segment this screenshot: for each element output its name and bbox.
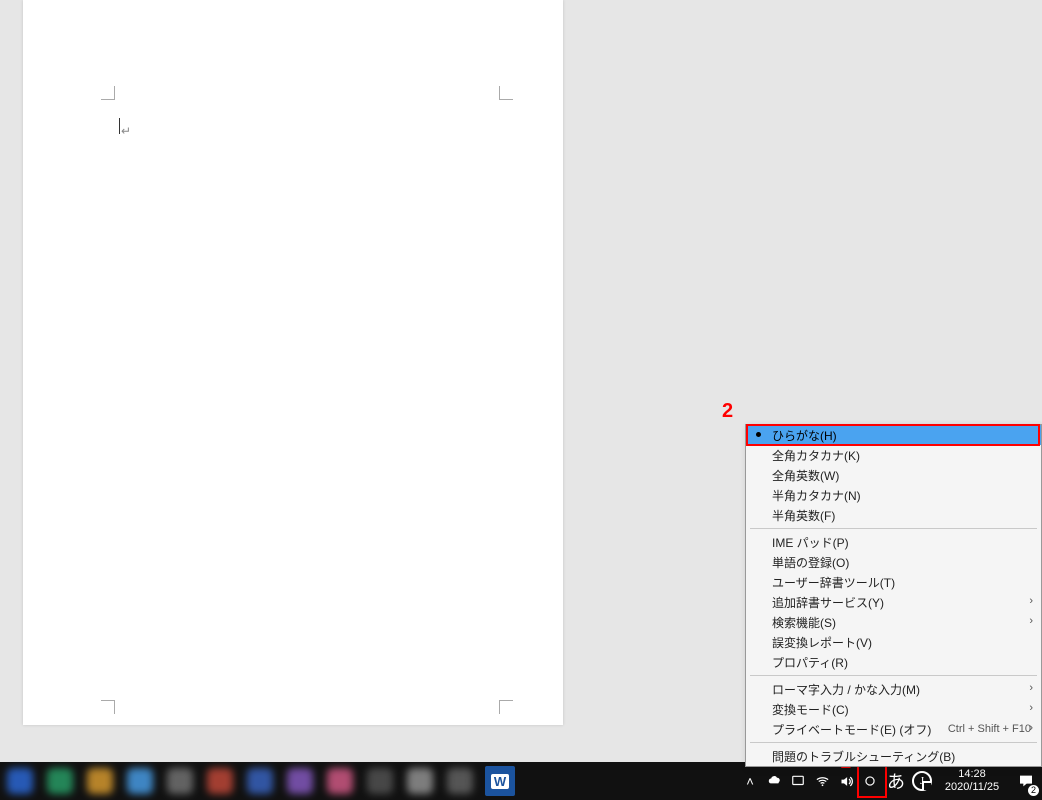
taskbar-left: W bbox=[0, 762, 520, 800]
menu-separator bbox=[750, 742, 1037, 743]
annotation-label-2: 2 bbox=[722, 400, 733, 423]
chevron-right-icon: › bbox=[1029, 722, 1033, 734]
ime-menu-item-label: ひらがな(H) bbox=[772, 427, 837, 444]
ime-menu-item-label: 検索機能(S) bbox=[772, 614, 836, 631]
ime-menu-item[interactable]: 半角カタカナ(N) bbox=[746, 485, 1041, 505]
chevron-right-icon: › bbox=[1029, 702, 1033, 714]
ime-menu-item[interactable]: 誤変換レポート(V) bbox=[746, 632, 1041, 652]
taskbar-app-1[interactable] bbox=[40, 762, 80, 800]
ime-menu-item-label: ユーザー辞書ツール(T) bbox=[772, 574, 895, 591]
ime-menu-item-label: プライベートモード(E) (オフ) bbox=[772, 721, 931, 738]
ime-menu-item[interactable]: ローマ字入力 / かな入力(M) › bbox=[746, 679, 1041, 699]
ime-menu-item[interactable]: 全角英数(W) bbox=[746, 465, 1041, 485]
text-cursor[interactable]: ↵ bbox=[119, 116, 133, 136]
clock-time: 14:28 bbox=[934, 768, 1010, 781]
document-page[interactable]: ↵ bbox=[23, 0, 563, 725]
ime-menu-item-label: 全角英数(W) bbox=[772, 467, 839, 484]
ime-menu-item[interactable]: 検索機能(S) › bbox=[746, 612, 1041, 632]
bullet-icon bbox=[756, 432, 761, 437]
taskbar-right: ˄ あ J 14:28 2020/11/25 bbox=[738, 762, 1042, 800]
ime-menu-item[interactable]: ユーザー辞書ツール(T) bbox=[746, 572, 1041, 592]
menu-separator bbox=[750, 675, 1037, 676]
chevron-right-icon: › bbox=[1029, 615, 1033, 627]
ime-menu-item-label: プロパティ(R) bbox=[772, 654, 848, 671]
margin-corner-bl bbox=[101, 700, 115, 714]
ime-menu-item-label: 半角英数(F) bbox=[772, 507, 835, 524]
chevron-right-icon: › bbox=[1029, 682, 1033, 694]
onedrive-icon[interactable] bbox=[762, 762, 786, 800]
menu-separator bbox=[750, 528, 1037, 529]
taskbar[interactable]: W ˄ あ J 14:28 bbox=[0, 762, 1042, 800]
ime-menu-item-label: IME パッド(P) bbox=[772, 534, 849, 551]
ime-menu-item[interactable]: 半角英数(F) bbox=[746, 505, 1041, 525]
ime-menu-item-label: 単語の登録(O) bbox=[772, 554, 849, 571]
action-center-icon[interactable]: 2 bbox=[1010, 762, 1042, 800]
tray-app-icon[interactable] bbox=[786, 762, 810, 800]
cortana-icon[interactable] bbox=[858, 762, 882, 800]
ime-menu-item[interactable]: 全角カタカナ(K) bbox=[746, 445, 1041, 465]
taskbar-app-6[interactable] bbox=[240, 762, 280, 800]
chevron-right-icon: › bbox=[1029, 595, 1033, 607]
taskbar-app-8[interactable] bbox=[320, 762, 360, 800]
ime-menu-item-label: ローマ字入力 / かな入力(M) bbox=[772, 681, 920, 698]
taskbar-app-5[interactable] bbox=[200, 762, 240, 800]
ime-menu-item[interactable]: IME パッド(P) bbox=[746, 532, 1041, 552]
taskbar-app-10[interactable] bbox=[400, 762, 440, 800]
ime-menu-item-label: 問題のトラブルシューティング(B) bbox=[772, 748, 955, 765]
taskbar-clock[interactable]: 14:28 2020/11/25 bbox=[934, 763, 1010, 799]
taskbar-app-9[interactable] bbox=[360, 762, 400, 800]
ime-mode-icon[interactable]: J bbox=[910, 762, 934, 800]
word-icon: W bbox=[485, 766, 515, 796]
ime-menu-item[interactable]: 問題のトラブルシューティング(B) bbox=[746, 746, 1041, 766]
ime-menu-item[interactable]: ひらがな(H) bbox=[746, 425, 1041, 445]
ime-menu-item[interactable]: プロパティ(R) bbox=[746, 652, 1041, 672]
taskbar-app-3[interactable] bbox=[120, 762, 160, 800]
taskbar-app-11[interactable] bbox=[440, 762, 480, 800]
margin-corner-tl bbox=[101, 86, 115, 100]
paragraph-mark-icon: ↵ bbox=[121, 124, 131, 138]
ime-menu-item-label: 全角カタカナ(K) bbox=[772, 447, 860, 464]
margin-corner-tr bbox=[499, 86, 513, 100]
margin-corner-br bbox=[499, 700, 513, 714]
ime-menu-item-label: 変換モード(C) bbox=[772, 701, 849, 718]
start-button[interactable] bbox=[0, 762, 40, 800]
ime-menu-item[interactable]: プライベートモード(E) (オフ) Ctrl + Shift + F10› bbox=[746, 719, 1041, 739]
taskbar-app-2[interactable] bbox=[80, 762, 120, 800]
ime-menu-item-label: 誤変換レポート(V) bbox=[772, 634, 872, 651]
taskbar-app-7[interactable] bbox=[280, 762, 320, 800]
menu-shortcut: Ctrl + Shift + F10 bbox=[948, 723, 1031, 735]
ime-menu-item[interactable]: 単語の登録(O) bbox=[746, 552, 1041, 572]
system-tray[interactable]: ˄ あ J bbox=[738, 762, 934, 800]
taskbar-word[interactable]: W bbox=[480, 762, 520, 800]
ime-menu-item[interactable]: 追加辞書サービス(Y) › bbox=[746, 592, 1041, 612]
ime-menu-item-label: 追加辞書サービス(Y) bbox=[772, 594, 884, 611]
ime-menu-item-label: 半角カタカナ(N) bbox=[772, 487, 861, 504]
ime-menu-item[interactable]: 変換モード(C) › bbox=[746, 699, 1041, 719]
ime-indicator[interactable]: あ bbox=[882, 762, 910, 800]
clock-date: 2020/11/25 bbox=[934, 781, 1010, 794]
wifi-icon[interactable] bbox=[810, 762, 834, 800]
notification-badge: 2 bbox=[1028, 785, 1039, 796]
tray-overflow-chevron-icon[interactable]: ˄ bbox=[738, 762, 762, 800]
ime-context-menu[interactable]: ひらがな(H) 全角カタカナ(K) 全角英数(W) 半角カタカナ(N) 半角英数(F) I… bbox=[745, 424, 1042, 767]
taskbar-app-4[interactable] bbox=[160, 762, 200, 800]
